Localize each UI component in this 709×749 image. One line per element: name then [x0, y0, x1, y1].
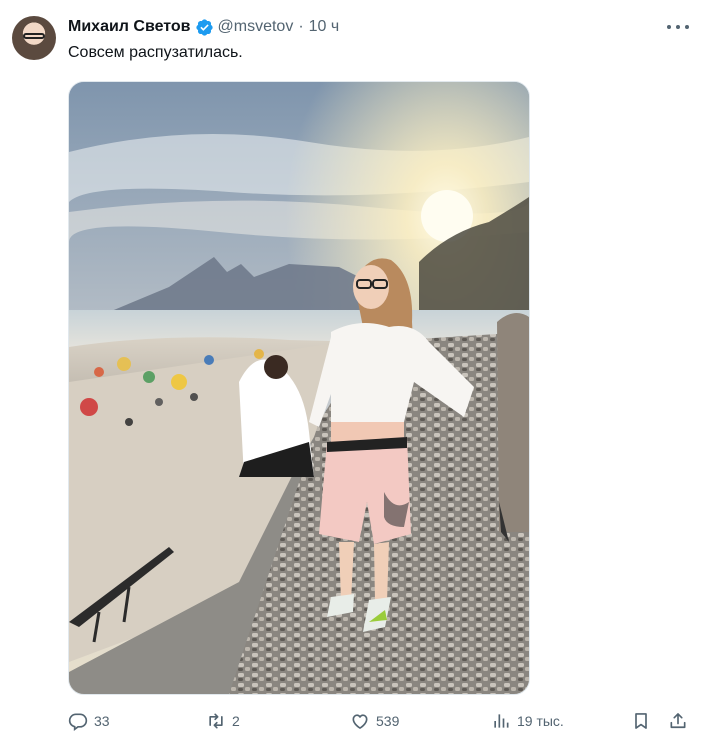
- author-handle[interactable]: @msvetov: [218, 18, 294, 36]
- retweet-icon: [209, 713, 223, 729]
- like-button[interactable]: 539: [350, 707, 399, 735]
- author-name[interactable]: Михаил Светов: [68, 18, 191, 36]
- views-button[interactable]: 19 тыс.: [491, 707, 564, 735]
- tweet-text: Совсем распузатилась.: [68, 44, 243, 61]
- like-count: 539: [376, 713, 400, 729]
- retweet-button[interactable]: 2: [206, 707, 240, 735]
- verified-badge-icon: [195, 18, 214, 37]
- reply-button[interactable]: 33: [68, 707, 110, 735]
- more-dots-icon[interactable]: [667, 18, 689, 36]
- share-button[interactable]: [668, 707, 688, 735]
- views-chart-icon: [494, 714, 509, 728]
- tweet-actions: 33 2 539 19 тыс.: [68, 707, 693, 735]
- bookmark-button[interactable]: [631, 707, 651, 735]
- avatar-glasses: [23, 33, 45, 39]
- tweet-photo[interactable]: [68, 81, 530, 695]
- bookmark-icon: [635, 713, 647, 729]
- share-icon: [670, 713, 686, 729]
- heart-icon: [352, 714, 368, 729]
- tweet: Михаил Светов @msvetov · 10 ч Совсем рас…: [0, 0, 709, 749]
- views-count: 19 тыс.: [517, 713, 564, 729]
- tweet-header: Михаил Светов @msvetov · 10 ч: [68, 15, 689, 39]
- avatar[interactable]: [12, 16, 56, 60]
- separator-dot: ·: [298, 18, 304, 35]
- retweet-count: 2: [232, 713, 240, 729]
- reply-count: 33: [94, 713, 110, 729]
- reply-icon: [68, 713, 88, 731]
- post-time[interactable]: 10 ч: [309, 18, 340, 36]
